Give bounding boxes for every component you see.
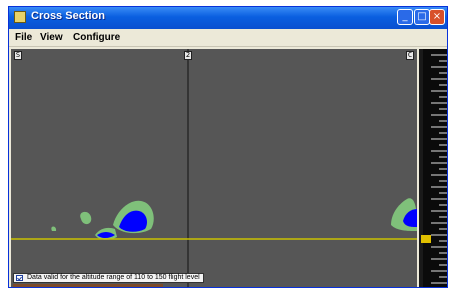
cross-section-window: Cross Section _ □ × File View Configure … [8, 6, 448, 288]
status-text: Data valid for the altitude range of 110… [27, 274, 200, 281]
status-note: Data valid for the altitude range of 110… [13, 273, 204, 283]
section-marker-end: C [406, 51, 414, 60]
cross-section-plot[interactable]: S 2 C Data valid for the altitude range … [11, 49, 417, 287]
ground-strip [13, 284, 163, 287]
menu-bar: File View Configure [9, 29, 447, 47]
level-marker[interactable] [421, 235, 431, 243]
cloud-echo-left [80, 211, 92, 225]
cross-section-canvas [11, 49, 417, 287]
section-marker-mid: 2 [184, 51, 192, 60]
minimize-button[interactable]: _ [397, 9, 413, 25]
menu-view[interactable]: View [40, 32, 63, 43]
app-icon [14, 11, 26, 23]
maximize-button[interactable]: □ [414, 9, 430, 25]
cloud-echo-small [51, 226, 57, 231]
altitude-ruler-canvas [419, 49, 447, 287]
status-checkbox[interactable] [16, 275, 23, 281]
menu-file[interactable]: File [15, 32, 32, 43]
close-button[interactable]: × [429, 9, 445, 25]
altitude-ruler[interactable] [419, 49, 447, 287]
menu-configure[interactable]: Configure [73, 32, 120, 43]
title-bar[interactable]: Cross Section _ □ × [9, 7, 447, 29]
section-marker-start: S [14, 51, 22, 60]
window-title: Cross Section [31, 10, 105, 22]
